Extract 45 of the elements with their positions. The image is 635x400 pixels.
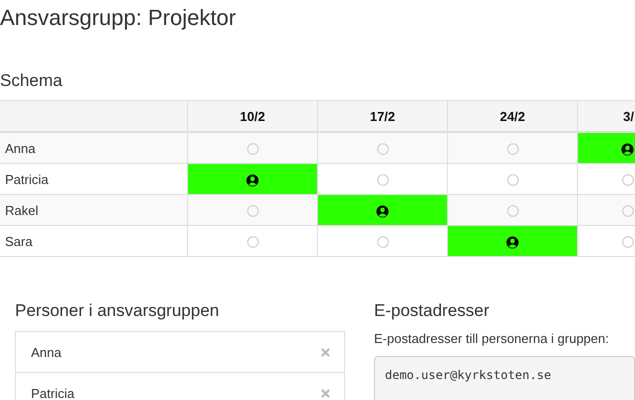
email-list: demo.user@kyrkstoten.se: [374, 356, 635, 400]
slot-cell[interactable]: [448, 194, 578, 226]
remove-icon[interactable]: [321, 388, 330, 398]
slot-cell[interactable]: [448, 226, 578, 256]
empty-circle-icon: [506, 205, 518, 218]
section-heading: E-postadresser: [374, 301, 490, 321]
person-icon: [506, 236, 519, 249]
member-name: Anna: [31, 344, 62, 360]
page-title: Ansvarsgrupp: Projektor: [0, 4, 237, 31]
slot-cell[interactable]: [578, 194, 635, 226]
date-header: 17/2: [318, 100, 448, 132]
empty-circle-icon: [506, 143, 518, 156]
person-icon: [246, 174, 259, 187]
slot-cell[interactable]: [188, 164, 318, 194]
slot-cell[interactable]: [188, 194, 318, 226]
slot-cell[interactable]: [188, 132, 318, 164]
empty-circle-icon: [506, 174, 518, 186]
date-header: 24/2: [448, 100, 578, 132]
slot-cell[interactable]: [188, 226, 318, 256]
slot-cell[interactable]: [318, 226, 448, 256]
empty-circle-icon: [376, 174, 388, 186]
table-cell: Anna: [0, 132, 188, 164]
remove-icon[interactable]: [321, 348, 330, 356]
empty-circle-icon: [376, 143, 388, 156]
section-heading: Schema: [0, 71, 64, 91]
slot-cell[interactable]: [318, 194, 448, 226]
slot-cell[interactable]: [448, 132, 578, 164]
person-icon: [621, 142, 634, 156]
empty-circle-icon: [622, 236, 634, 248]
table-cell: Rakel: [0, 194, 188, 226]
description-text: E-postadresser till personerna i gruppen:: [374, 331, 610, 346]
section-heading: Personer i ansvarsgruppen: [15, 301, 220, 321]
empty-circle-icon: [622, 174, 634, 186]
slot-cell[interactable]: [578, 132, 635, 164]
date-header: 3/: [578, 100, 635, 132]
empty-circle-icon: [246, 205, 258, 218]
empty-circle-icon: [376, 236, 388, 248]
empty-circle-icon: [246, 236, 258, 248]
date-header: 10/2: [188, 100, 318, 132]
table-cell: Sara: [0, 226, 188, 256]
slot-cell[interactable]: [318, 132, 448, 164]
person-icon: [376, 204, 389, 218]
empty-circle-icon: [622, 205, 634, 218]
member-name: Patricia: [31, 386, 74, 400]
empty-circle-icon: [246, 143, 258, 156]
